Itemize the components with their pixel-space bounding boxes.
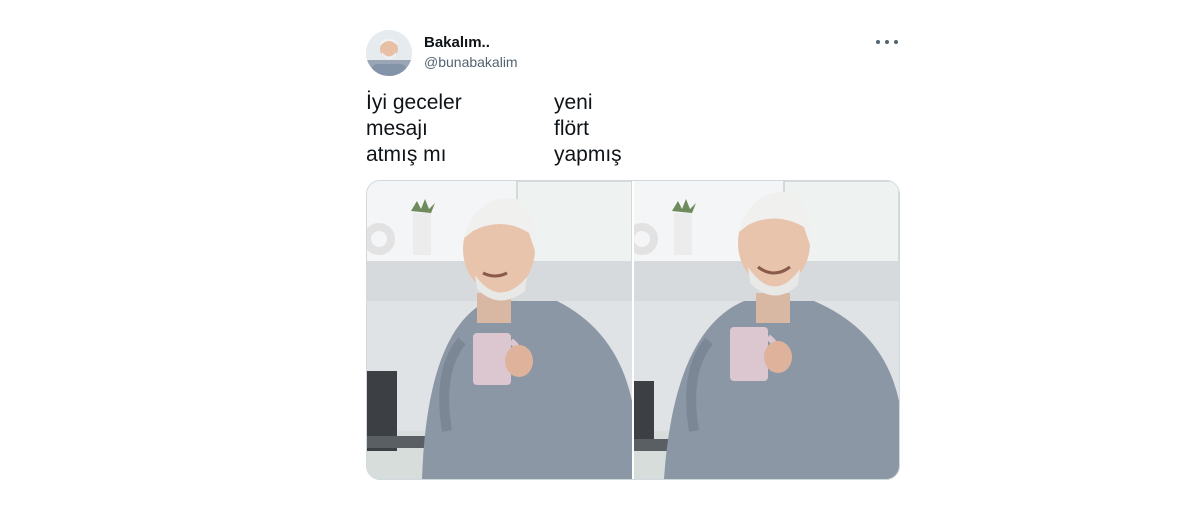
text-line: mesajı <box>366 117 428 140</box>
media-photo-right[interactable] <box>634 181 899 479</box>
avatar[interactable] <box>366 30 412 76</box>
more-options-icon[interactable] <box>876 32 898 52</box>
display-name[interactable]: Bakalım.. <box>424 34 490 51</box>
tweet-header: Bakalım.. @bunabakalim <box>366 28 898 76</box>
avatar-image <box>366 30 412 76</box>
text-line: atmış mı <box>366 143 447 166</box>
tweet-text-right: yeni flört yapmış <box>554 90 622 168</box>
tweet-media[interactable] <box>366 180 900 480</box>
text-line: İyi geceler <box>366 91 462 114</box>
tweet-card[interactable]: Bakalım.. @bunabakalim İyi geceler mesaj… <box>366 28 900 480</box>
tweet-text-left: İyi geceler mesajı atmış mı <box>366 90 462 168</box>
text-line: yeni <box>554 91 593 114</box>
text-line: yapmış <box>554 143 622 166</box>
user-handle[interactable]: @bunabakalim <box>424 54 518 70</box>
media-photo-left[interactable] <box>367 181 632 479</box>
tweet-text: İyi geceler mesajı atmış mı yeni flört y… <box>366 90 898 180</box>
text-line: flört <box>554 117 590 140</box>
